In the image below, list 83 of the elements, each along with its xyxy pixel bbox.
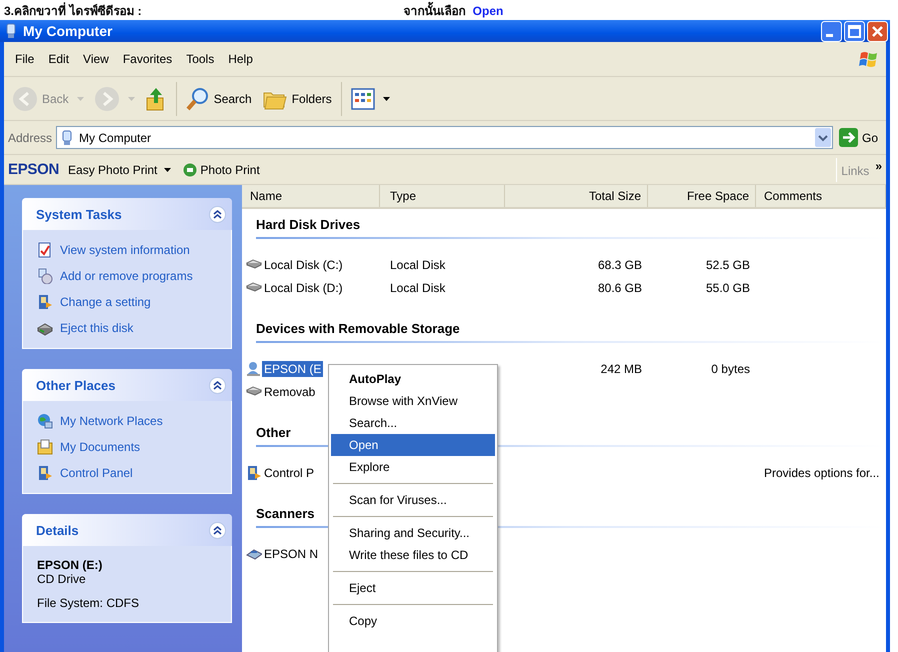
control-panel-icon [37, 294, 53, 310]
column-header[interactable]: Type [380, 185, 505, 207]
group-header: Devices with Removable Storage [256, 315, 886, 343]
menu-item[interactable]: Scan for Viruses... [331, 489, 495, 511]
menu-item[interactable]: Write these files to CD [331, 544, 495, 566]
panel-header[interactable]: System Tasks [22, 198, 232, 230]
column-header[interactable]: Name [242, 185, 380, 207]
file-name[interactable]: EPSON N [262, 546, 320, 562]
address-field[interactable]: My Computer [56, 126, 833, 149]
instruction-text: จากนั้นเลือก [402, 0, 467, 20]
table-cell: Local Disk [390, 280, 446, 294]
table-cell: 242 MB [600, 362, 642, 376]
menu-item[interactable]: Open [331, 434, 495, 456]
more-chevron[interactable]: » [875, 158, 882, 172]
panel-header[interactable]: Details [22, 514, 232, 546]
task-link[interactable]: My Documents [37, 439, 221, 455]
table-cell: 52.5 GB [706, 258, 750, 272]
highlighted-word: Open [472, 2, 504, 20]
column-header[interactable]: Free Space [648, 185, 756, 207]
windows-logo-icon [858, 49, 880, 69]
task-link[interactable]: My Network Places [37, 413, 221, 429]
menu-item[interactable]: Search... [331, 412, 495, 434]
file-name[interactable]: Local Disk (C:) [262, 256, 345, 272]
computer-icon [4, 23, 18, 39]
task-link[interactable]: Add or remove programs [37, 268, 221, 284]
menu-item[interactable]: Explore [331, 456, 495, 478]
go-button[interactable]: Go [836, 128, 882, 147]
task-link[interactable]: Change a setting [37, 294, 221, 310]
details-name: EPSON (E:) [37, 558, 104, 572]
menu-item[interactable]: File [8, 50, 42, 68]
search-icon [186, 86, 210, 112]
file-name[interactable]: Removab [262, 384, 318, 400]
control-panel-icon [37, 465, 53, 481]
search-button[interactable]: Search [182, 84, 256, 114]
table-cell: 68.3 GB [598, 258, 642, 272]
menu-item[interactable]: AutoPlay [331, 368, 495, 390]
task-link[interactable]: Control Panel [37, 465, 221, 481]
table-cell: Provides options for... [764, 466, 880, 480]
computer-icon [60, 130, 74, 146]
control-panel-icon [246, 464, 262, 480]
column-header[interactable]: Total Size [505, 185, 648, 207]
menu-item[interactable]: Browse with XnView [331, 390, 495, 412]
minimize-icon [821, 20, 842, 42]
printer-icon [183, 162, 198, 176]
views-icon [350, 88, 375, 110]
task-link[interactable]: Eject this disk [37, 320, 221, 336]
group-header: Hard Disk Drives [256, 211, 886, 239]
menu-item[interactable]: Favorites [116, 50, 180, 68]
file-name[interactable]: EPSON (E [262, 360, 324, 376]
dropdown-caret-icon [382, 96, 390, 100]
menu-item[interactable]: Eject [331, 577, 495, 599]
folders-button[interactable]: Folders [258, 84, 336, 112]
details-text: File System: CDFS [37, 596, 140, 610]
column-header[interactable]: Comments [756, 185, 886, 207]
menu-item[interactable]: Edit [41, 50, 76, 68]
dropdown-caret-icon [76, 96, 84, 100]
file-name[interactable]: Control P [262, 464, 316, 480]
menu-item[interactable]: Tools [179, 50, 222, 68]
table-cell: 0 bytes [711, 362, 750, 376]
toolbar-button[interactable]: Photo Print [180, 162, 263, 176]
documents-folder-icon [37, 439, 53, 455]
menu-item[interactable]: Help [221, 50, 260, 68]
document-check-icon [37, 242, 53, 258]
table-cell: 55.0 GB [706, 280, 750, 294]
table-cell: 80.6 GB [598, 280, 642, 294]
close-icon [867, 20, 888, 42]
address-label: Address [8, 130, 52, 144]
menu-item[interactable]: Copy [331, 610, 495, 632]
file-name[interactable]: Local Disk (D:) [262, 280, 345, 296]
dropdown-caret-icon [164, 168, 172, 172]
globe-computer-icon [37, 413, 53, 429]
details-type: CD Drive [37, 572, 87, 586]
brand-logo: EPSON [8, 161, 60, 178]
panel-header[interactable]: Other Places [22, 369, 232, 401]
table-cell: Local Disk [390, 258, 446, 272]
menu-item[interactable]: View [76, 50, 116, 68]
dropdown-caret-icon [128, 96, 135, 100]
maximize-icon [844, 20, 865, 42]
menu-item[interactable]: Sharing and Security... [331, 522, 495, 544]
toolbar-button[interactable]: Easy Photo Print [65, 162, 174, 176]
window-title: My Computer [23, 23, 114, 39]
instruction-text: 3.คลิกขวาที่ ไดรฟ์ซีดีรอม : [4, 1, 142, 20]
task-link[interactable]: View system information [37, 242, 221, 258]
